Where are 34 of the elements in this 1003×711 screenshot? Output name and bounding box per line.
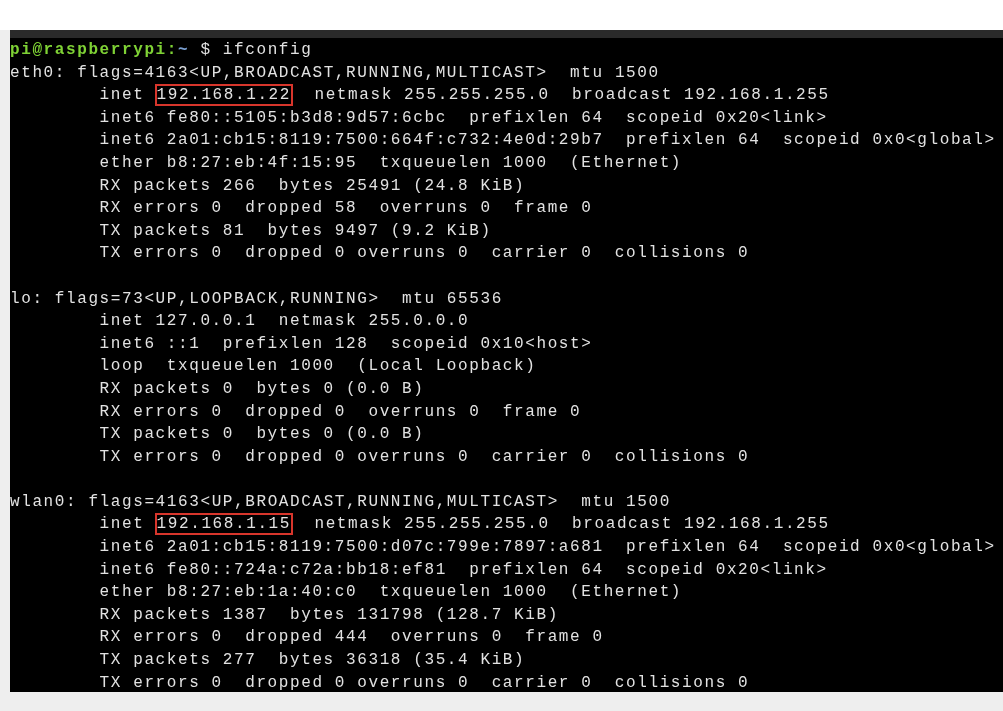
interface-header: lo: flags=73<UP,LOOPBACK,RUNNING> mtu 65536 <box>10 288 504 310</box>
terminal-line: RX packets 1387 bytes 131798 (128.7 KiB) <box>99 604 560 626</box>
terminal-text: inet <box>99 514 146 536</box>
prompt-user-host: pi@raspberrypi: <box>10 40 179 61</box>
terminal-line: ether b8:27:eb:1a:40:c0 txqueuelen 1000 (Ethernet) <box>99 582 684 604</box>
terminal-line: TX errors 0 dropped 0 overruns 0 carrier 0 collisions 0 <box>99 243 751 265</box>
terminal-line: TX packets 0 bytes 0 (0.0 B) <box>99 424 426 446</box>
terminal-line: inet6 fe80::724a:c72a:bb18:ef81 prefixlen 64 scopeid 0x20<link> <box>99 559 829 581</box>
terminal-text: netmask 255.255.255.0 broadcast 192.168.1.255 <box>313 85 830 107</box>
terminal-line: inet6 fe80::5105:b3d8:9d57:6cbc prefixlen 64 scopeid 0x20<link> <box>99 107 829 129</box>
interface-header: eth0: flags=4163<UP,BROADCAST,RUNNING,MULTICAST> mtu 1500 <box>10 62 661 84</box>
terminal-line: TX errors 0 dropped 0 overruns 0 carrier 0 collisions 0 <box>99 446 751 468</box>
interface-header: wlan0: flags=4163<UP,BROADCAST,RUNNING,MULTICAST> mtu 1500 <box>10 491 672 513</box>
highlighted-ip-address: 192.168.1.22 <box>155 85 293 106</box>
terminal-line: loop txqueuelen 1000 (Local Loopback) <box>99 356 538 378</box>
terminal-line: TX packets 277 bytes 36318 (35.4 KiB) <box>99 650 527 672</box>
terminal-text: netmask 255.255.255.0 broadcast 192.168.1.255 <box>313 514 830 536</box>
terminal-line: inet6 ::1 prefixlen 128 scopeid 0x10<host> <box>99 333 594 355</box>
terminal-line: TX errors 0 dropped 0 overruns 0 carrier 0 collisions 0 <box>99 672 751 694</box>
terminal-line: ether b8:27:eb:4f:15:95 txqueuelen 1000 (Ethernet) <box>99 152 684 174</box>
terminal-line: RX packets 266 bytes 25491 (24.8 KiB) <box>99 175 527 197</box>
terminal-line: inet6 2a01:cb15:8119:7500:d07c:799e:7897:a681 prefixlen 64 scopeid 0x0<global> <box>99 537 997 559</box>
terminal-line: RX errors 0 dropped 444 overruns 0 frame 0 <box>99 627 605 649</box>
terminal-line: TX packets 81 bytes 9497 (9.2 KiB) <box>99 220 493 242</box>
highlighted-ip-address: 192.168.1.15 <box>155 514 293 535</box>
terminal-text: inet <box>99 85 146 107</box>
terminal-line: inet6 2a01:cb15:8119:7500:664f:c732:4e0d:29b7 prefixlen 64 scopeid 0x0<global> <box>99 130 997 152</box>
terminal-line: RX errors 0 dropped 58 overruns 0 frame 0 <box>99 198 594 220</box>
terminal-line: RX packets 0 bytes 0 (0.0 B) <box>99 378 426 400</box>
prompt-sign: $ <box>199 40 212 61</box>
command-text: ifconfig <box>221 40 313 61</box>
terminal-line: RX errors 0 dropped 0 overruns 0 frame 0 <box>99 401 583 423</box>
terminal-line: inet 127.0.0.1 netmask 255.0.0.0 <box>99 311 471 333</box>
prompt-path: ~ <box>178 40 190 61</box>
